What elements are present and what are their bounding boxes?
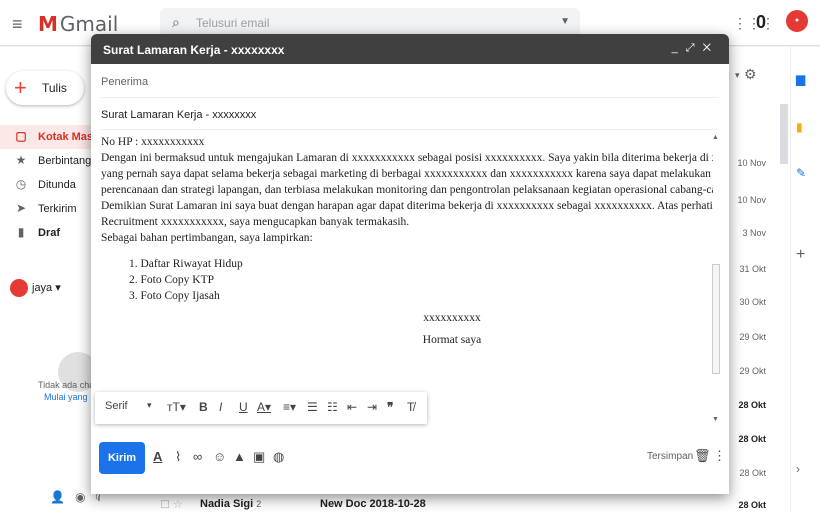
body-line: Recruitment xxxxxxxxxxx, saya mengucapka… — [101, 216, 410, 228]
nav-item-starred[interactable]: ★ Berbintang — [0, 149, 100, 173]
subject-value: Surat Lamaran Kerja - xxxxxxxx — [101, 109, 257, 121]
nav-item-snoozed[interactable]: ◷ Ditunda — [0, 173, 100, 197]
signature-name: xxxxxxxxxx — [423, 312, 481, 324]
search-placeholder: Telusuri email — [196, 16, 270, 30]
send-button[interactable]: Kirim — [99, 442, 145, 474]
trash-icon[interactable]: 🗑 — [694, 448, 711, 464]
attachment-list-item: 2. Foto Copy KTP — [129, 274, 214, 286]
body-line: perencanaan dan strategi lapangan, dan t… — [101, 184, 713, 196]
emoji-icon[interactable]: ☺ — [213, 449, 226, 464]
mail-subject: New Doc 2018-10-28 — [320, 498, 426, 510]
nav-item-inbox[interactable]: ▢ Kotak Masuk — [0, 125, 106, 149]
confidential-icon[interactable]: ◍ — [273, 449, 284, 465]
close-icon[interactable]: ✕ — [703, 42, 719, 54]
font-dropdown-icon[interactable]: ▾ — [147, 400, 152, 411]
recipients-placeholder: Penerima — [101, 76, 149, 88]
search-icon[interactable]: ⌕ — [172, 14, 180, 31]
link-icon[interactable]: ∞ — [193, 449, 202, 464]
search-options-icon[interactable]: ▼ — [560, 16, 570, 27]
expand-icon[interactable]: ⤢ — [686, 42, 703, 54]
scroll-thumb[interactable] — [712, 264, 720, 374]
remove-formatting-icon[interactable]: T̸ — [407, 400, 414, 414]
start-chat-link[interactable]: Mulai yang — [44, 392, 88, 402]
underline-icon[interactable]: U — [239, 400, 248, 414]
body-line: Dengan ini bermaksud untuk mengajukan La… — [101, 152, 713, 164]
dropdown-icon[interactable]: ▾ — [735, 70, 740, 81]
compose-header[interactable]: Surat Lamaran Kerja - xxxxxxxx _⤢✕ — [91, 34, 729, 64]
numbered-list-icon[interactable]: ☰ — [307, 400, 318, 414]
attachment-list-item: 1. Daftar Riwayat Hidup — [129, 258, 243, 270]
star-icon[interactable]: ☐ ☆ — [160, 499, 183, 511]
inbox-icon: ▢ — [15, 129, 27, 143]
account-initial[interactable]: 0 — [756, 12, 766, 33]
user-avatar — [10, 279, 28, 297]
calendar-icon[interactable]: ▆ — [796, 72, 805, 86]
compose-dialog: Surat Lamaran Kerja - xxxxxxxx _⤢✕ Pener… — [91, 34, 729, 494]
compose-footer: Kirim A ⌇ ∞ ☺ ▲ ▣ ◍ Tersimpan 🗑 ⋮ — [91, 434, 729, 484]
compose-button[interactable]: + Tulis — [6, 71, 84, 105]
mail-row[interactable]: ☐ ☆ Nadia Sigi 2 New Doc 2018-10-28 — [160, 498, 426, 511]
bulleted-list-icon[interactable]: ☷ — [327, 400, 338, 414]
mail-date: 28 Okt — [738, 500, 766, 510]
hangouts-user[interactable]: jaya ▾ — [10, 279, 61, 297]
font-select[interactable]: Serif — [105, 400, 128, 412]
recipients-field[interactable]: Penerima — [101, 64, 719, 98]
body-line: Sebagai bahan pertimbangan, saya lampirk… — [101, 232, 313, 244]
bold-icon[interactable]: B — [199, 400, 208, 414]
formatting-options-icon[interactable]: A — [153, 449, 162, 464]
compose-title: Surat Lamaran Kerja - xxxxxxxx — [103, 43, 285, 57]
star-icon: ★ — [15, 153, 27, 167]
attachment-list-item: 3. Foto Copy Ijasah — [129, 290, 220, 302]
nav-item-sent[interactable]: ➤ Terkirim — [0, 197, 100, 221]
add-addon-icon[interactable]: + — [796, 246, 805, 264]
menu-icon[interactable]: ≡ — [12, 14, 23, 35]
draft-icon: ▮ — [17, 225, 25, 239]
body-line: No HP : xxxxxxxxxxx — [101, 136, 205, 148]
mail-sender: Nadia Sigi 2 — [200, 498, 262, 510]
font-size-icon[interactable]: ᴛT▾ — [167, 400, 186, 414]
body-line: yang pernah saya dapat selama bekerja se… — [101, 168, 713, 180]
minimize-icon[interactable]: _ — [672, 42, 686, 54]
closing-text: Hormat saya — [422, 334, 482, 346]
avatar[interactable]: ● — [786, 10, 808, 32]
align-icon[interactable]: ≡▾ — [283, 400, 296, 414]
more-options-icon[interactable]: ⋮ — [713, 448, 726, 464]
apps-grid-icon[interactable]: ⋮⋮⋮ — [733, 15, 775, 32]
gear-icon[interactable]: ⚙ — [744, 66, 757, 83]
photo-icon[interactable]: ▣ — [253, 449, 265, 465]
message-body[interactable]: No HP : xxxxxxxxxxx Dengan ini bermaksud… — [101, 134, 713, 424]
no-chat-text: Tidak ada chat — [38, 380, 97, 390]
list-scrollbar[interactable] — [780, 104, 788, 164]
text-color-icon[interactable]: A▾ — [257, 400, 271, 414]
keep-icon[interactable]: ▮ — [796, 120, 803, 134]
clock-icon: ◷ — [15, 177, 27, 191]
side-panel — [790, 47, 820, 512]
tasks-icon[interactable]: ✎ — [796, 166, 806, 180]
italic-icon[interactable]: I — [219, 400, 222, 414]
drive-icon[interactable]: ▲ — [233, 449, 246, 464]
scroll-up-icon[interactable]: ▲ — [712, 134, 719, 141]
body-line: Demikian Surat Lamaran ini saya buat den… — [101, 200, 713, 212]
attach-icon[interactable]: ⌇ — [175, 449, 181, 465]
send-icon: ➤ — [15, 201, 27, 215]
scroll-down-icon[interactable]: ▼ — [712, 416, 719, 423]
formatting-toolbar: Serif ▾ ᴛT▾ B I U A▾ ≡▾ ☰ ☷ ⇤ ⇥ ❞ T̸ — [95, 392, 427, 424]
left-nav: + Tulis ▢ Kotak Masuk ★ Berbintang ◷ Dit… — [0, 47, 106, 512]
gmail-logo[interactable]: M Gmail — [38, 12, 118, 36]
indent-more-icon[interactable]: ⇥ — [367, 400, 377, 414]
body-scrollbar[interactable]: ▲ ▼ — [711, 134, 721, 424]
nav-item-drafts[interactable]: ▮ Draf — [0, 221, 100, 245]
expand-panel-icon[interactable]: › — [796, 462, 800, 476]
subject-field[interactable]: Surat Lamaran Kerja - xxxxxxxx — [101, 104, 719, 130]
plus-icon: + — [14, 75, 27, 100]
indent-less-icon[interactable]: ⇤ — [347, 400, 357, 414]
saved-status: Tersimpan — [647, 451, 694, 462]
quote-icon[interactable]: ❞ — [387, 400, 393, 414]
